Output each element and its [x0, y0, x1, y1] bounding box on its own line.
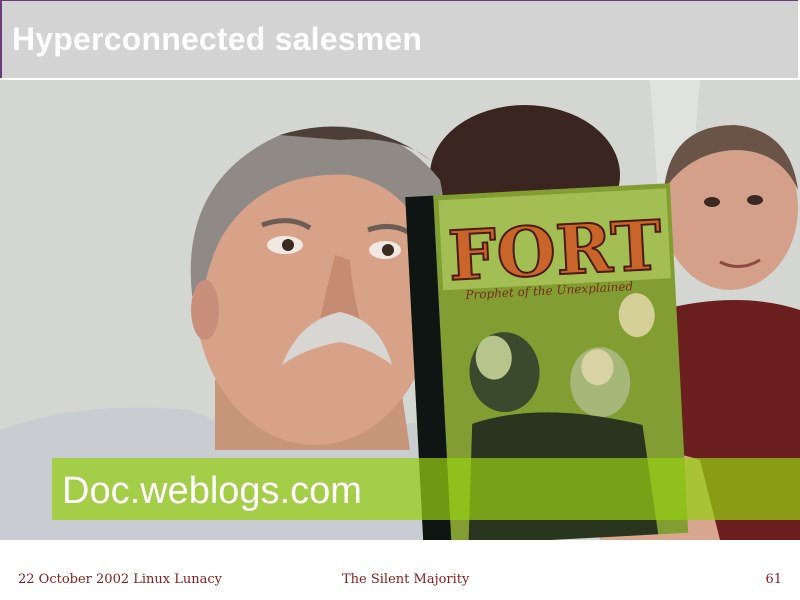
footer-date-event: 22 October 2002 Linux Lunacy	[18, 572, 222, 587]
title-bar: Hyperconnected salesmen	[0, 0, 798, 78]
footer	[0, 540, 800, 600]
footer-talk-title: The Silent Majority	[342, 572, 470, 587]
caption: Doc.weblogs.com	[62, 470, 362, 512]
page-number: 61	[765, 572, 782, 587]
slide-title: Hyperconnected salesmen	[12, 21, 423, 57]
